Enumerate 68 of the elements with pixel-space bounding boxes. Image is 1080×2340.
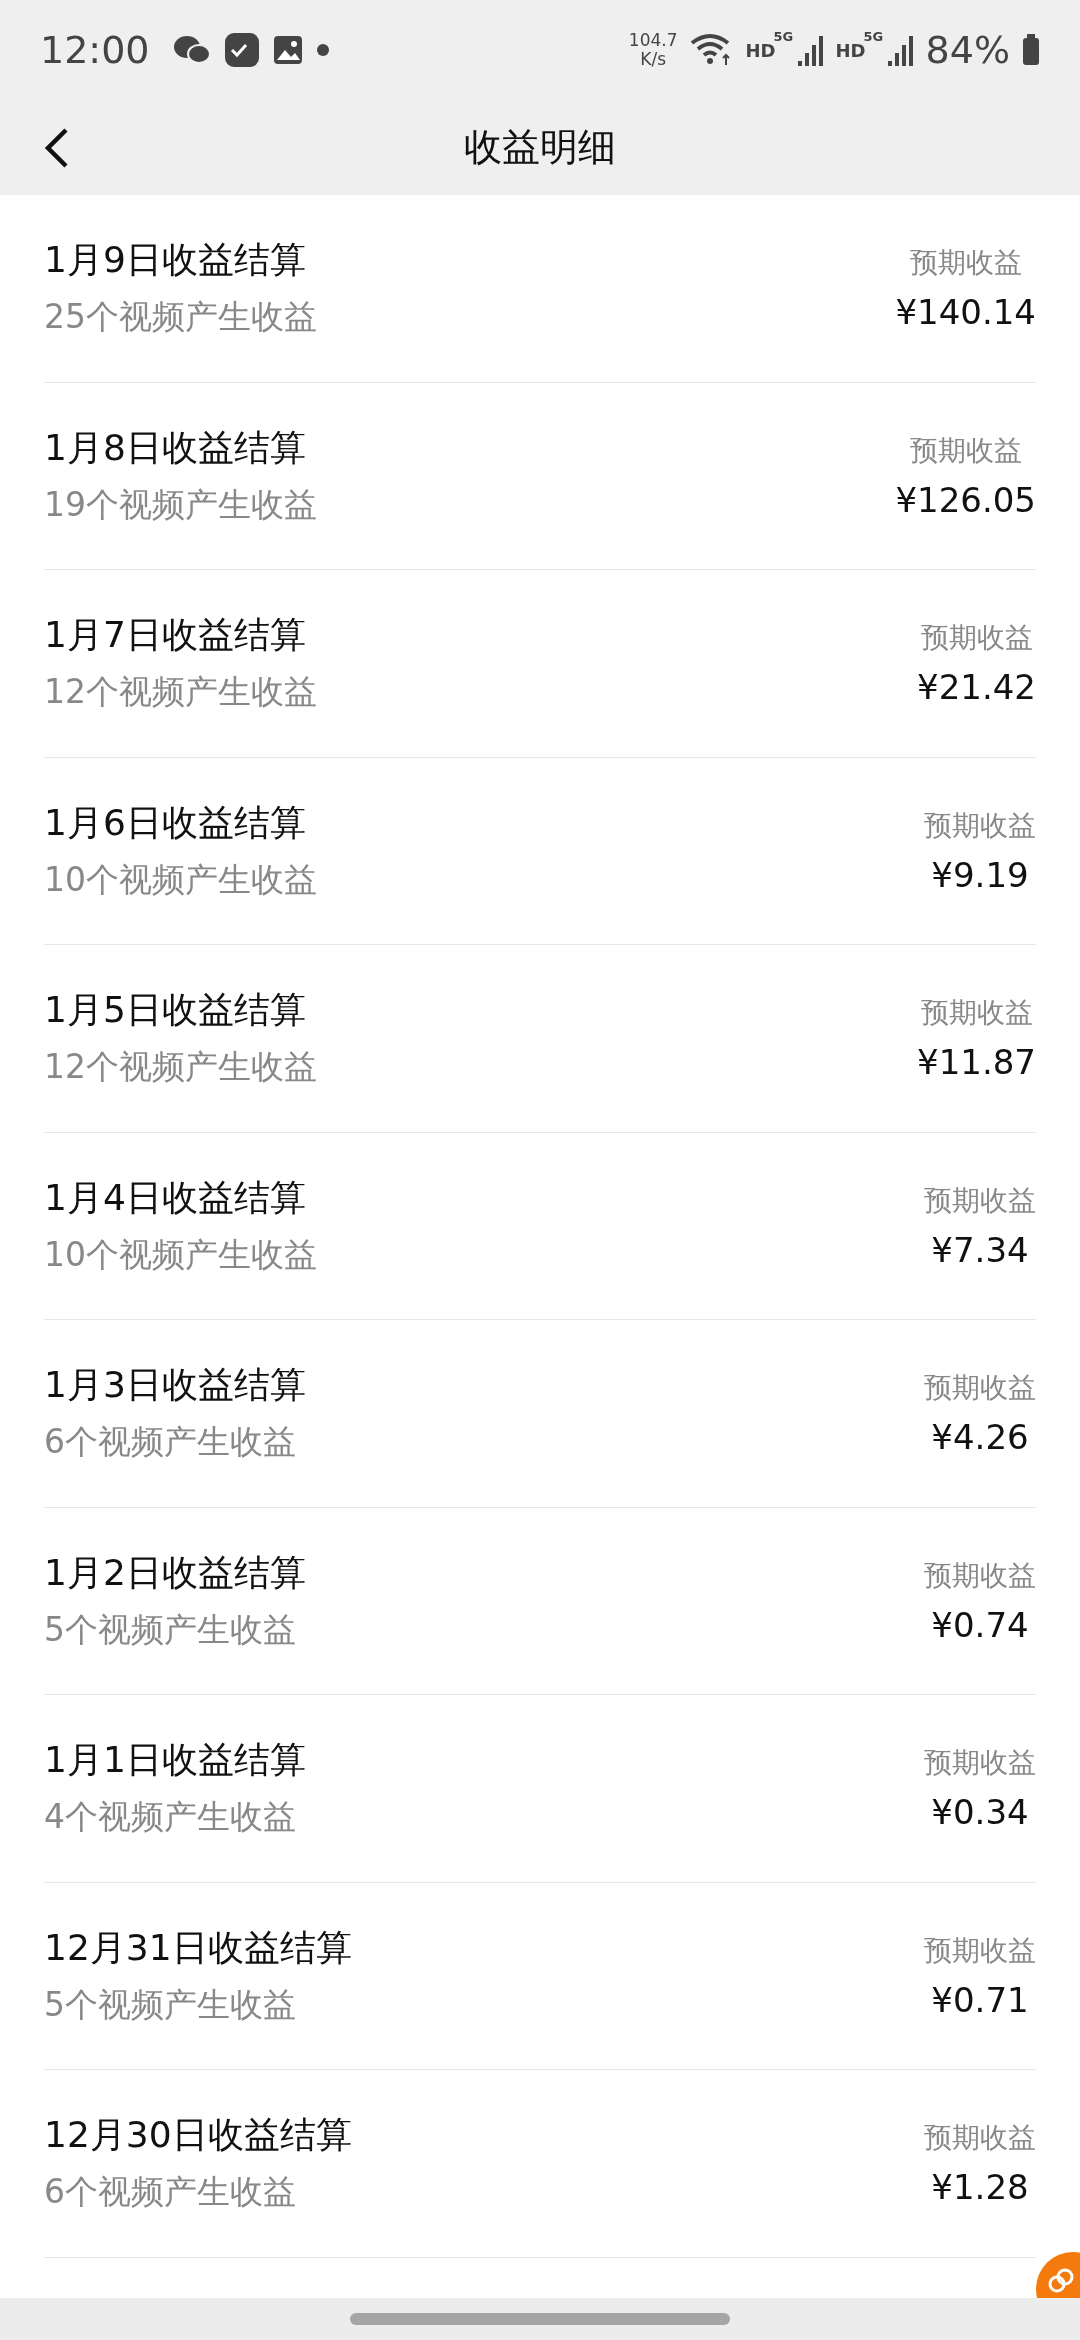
earnings-amount: ¥140.14 xyxy=(895,292,1036,333)
video-count: 6个视频产生收益 xyxy=(44,1421,297,1464)
dot-icon xyxy=(315,43,330,57)
earnings-row[interactable]: 1月2日收益结算 5个视频产生收益 预期收益 ¥0.74 xyxy=(44,1507,1036,1695)
earnings-row[interactable]: 1月7日收益结算 12个视频产生收益 预期收益 ¥21.42 xyxy=(44,570,1036,758)
earnings-amount: ¥11.87 xyxy=(917,1042,1036,1083)
earnings-amount: ¥9.19 xyxy=(931,854,1029,895)
settlement-title: 1月4日收益结算 xyxy=(44,1175,307,1220)
earnings-row[interactable]: 12月31日收益结算 5个视频产生收益 预期收益 ¥0.71 xyxy=(44,1882,1036,2070)
settlement-title: 12月31日收益结算 xyxy=(44,1925,352,1970)
earnings-amount: ¥126.05 xyxy=(895,479,1036,520)
earnings-amount: ¥0.34 xyxy=(931,1792,1029,1833)
network-type: 5G xyxy=(863,29,884,44)
image-icon xyxy=(271,34,304,66)
settlement-title: 1月3日收益结算 xyxy=(44,1363,306,1408)
earnings-label: 预期收益 xyxy=(924,1557,1036,1594)
earnings-label: 预期收益 xyxy=(924,1932,1036,1969)
video-count: 12个视频产生收益 xyxy=(44,671,317,714)
network-type: 5G xyxy=(773,29,794,44)
earnings-amount: ¥21.42 xyxy=(917,667,1036,708)
earnings-amount: ¥4.26 xyxy=(931,1417,1029,1458)
signal-icon xyxy=(797,33,824,67)
earnings-row[interactable]: 1月1日收益结算 4个视频产生收益 预期收益 ¥0.34 xyxy=(44,1695,1036,1883)
network-speed: 104.7 K/s xyxy=(628,31,678,69)
settlement-title: 1月6日收益结算 xyxy=(44,800,307,845)
video-count: 12个视频产生收益 xyxy=(44,1046,317,1089)
earnings-amount: ¥1.28 xyxy=(931,2167,1029,2208)
video-count: 5个视频产生收益 xyxy=(44,1983,297,2026)
earnings-label: 预期收益 xyxy=(920,995,1033,1032)
floating-button[interactable] xyxy=(1036,2252,1080,2298)
earnings-label: 预期收益 xyxy=(924,2120,1036,2157)
signal-icon xyxy=(887,33,914,67)
video-count: 4个视频产生收益 xyxy=(44,1796,297,1839)
earnings-row[interactable]: 1月6日收益结算 10个视频产生收益 预期收益 ¥9.19 xyxy=(44,757,1036,945)
battery-icon xyxy=(1022,34,1040,66)
earnings-label: 预期收益 xyxy=(924,1182,1036,1219)
earnings-label: 预期收益 xyxy=(924,1370,1036,1407)
video-count: 10个视频产生收益 xyxy=(44,1233,317,1276)
earnings-label: 预期收益 xyxy=(924,1745,1036,1782)
settlement-title: 1月8日收益结算 xyxy=(44,425,307,470)
video-count: 25个视频产生收益 xyxy=(44,296,317,339)
page-title: 收益明细 xyxy=(464,124,616,171)
earnings-label: 预期收益 xyxy=(920,620,1033,657)
earnings-amount: ¥0.71 xyxy=(931,1979,1029,2020)
settlement-title: 1月1日收益结算 xyxy=(44,1738,306,1783)
battery-percent: 84% xyxy=(925,28,1010,72)
earnings-row[interactable]: 1月8日收益结算 19个视频产生收益 预期收益 ¥126.05 xyxy=(44,382,1036,570)
earnings-row[interactable]: 1月3日收益结算 6个视频产生收益 预期收益 ¥4.26 xyxy=(44,1320,1036,1508)
status-time: 12:00 xyxy=(40,28,150,72)
video-count: 10个视频产生收益 xyxy=(44,858,317,901)
settlement-title: 1月2日收益结算 xyxy=(44,1550,306,1595)
earnings-label: 预期收益 xyxy=(924,807,1036,844)
settlement-title: 1月9日收益结算 xyxy=(44,238,307,283)
earnings-row[interactable]: 1月5日收益结算 12个视频产生收益 预期收益 ¥11.87 xyxy=(44,945,1036,1133)
earnings-row[interactable]: 1月9日收益结算 25个视频产生收益 预期收益 ¥140.14 xyxy=(44,195,1036,383)
earnings-amount: ¥7.34 xyxy=(931,1229,1029,1270)
earnings-label: 预期收益 xyxy=(909,245,1022,282)
settlement-title: 1月7日收益结算 xyxy=(44,613,307,658)
video-count: 6个视频产生收益 xyxy=(44,2171,297,2214)
checklist-icon xyxy=(223,32,260,68)
earnings-row[interactable]: 12月30日收益结算 6个视频产生收益 预期收益 ¥1.28 xyxy=(44,2070,1036,2258)
earnings-row[interactable]: 1月4日收益结算 10个视频产生收益 预期收益 ¥7.34 xyxy=(44,1132,1036,1320)
earnings-label: 预期收益 xyxy=(909,432,1022,469)
video-count: 5个视频产生收益 xyxy=(44,1608,297,1651)
settlement-title: 1月5日收益结算 xyxy=(44,988,307,1033)
earnings-amount: ¥0.74 xyxy=(931,1604,1029,1645)
video-count: 19个视频产生收益 xyxy=(44,483,317,526)
settlement-title: 12月30日收益结算 xyxy=(44,2113,352,2158)
